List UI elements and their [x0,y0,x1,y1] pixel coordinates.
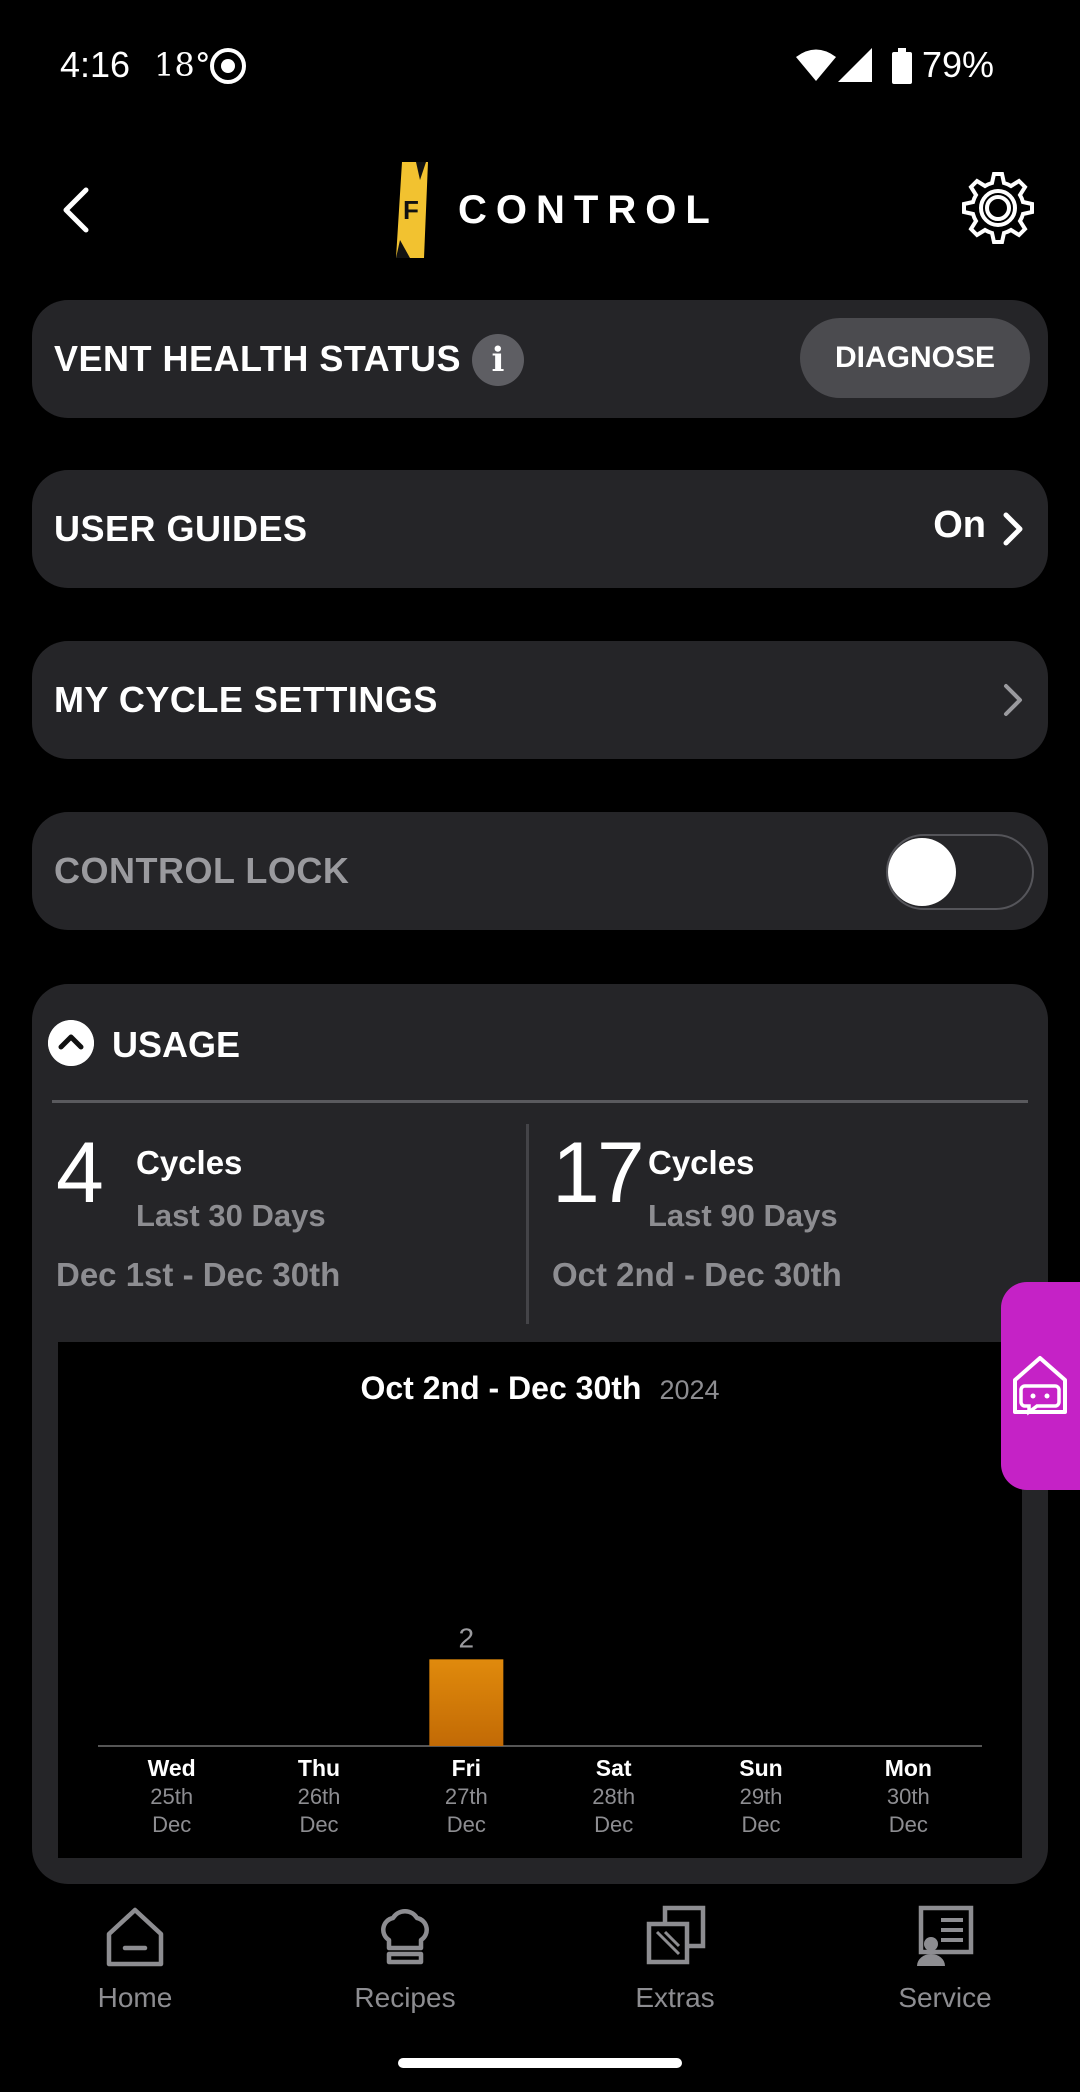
tick-label-month: Dec [741,1812,780,1837]
stat-90-days: 17 Cycles Last 90 Days Oct 2nd - Dec 30t… [552,1124,1032,1324]
bottom-nav: Home Recipes Extras Service [0,1890,1080,2092]
chef-hat-icon [381,1908,429,1965]
page-title: CONTROL [458,188,719,232]
tick-label-day: Wed [148,1755,196,1781]
nav-extras[interactable]: Extras [540,1890,810,2013]
tick-label-date: 29th [740,1784,783,1809]
nav-home-label: Home [97,1982,173,2013]
tick-label-date: 27th [445,1784,488,1809]
usage-title: USAGE [112,1024,241,1065]
diagnose-button[interactable]: DIAGNOSE [800,318,1030,398]
cycle-settings-label: MY CYCLE SETTINGS [54,679,438,720]
brand-logo: F [396,162,428,258]
extras-icon [646,1905,706,1965]
bar-fri [429,1659,504,1746]
tick-label-month: Dec [152,1812,191,1837]
stat-divider [526,1124,529,1324]
tick-label-date: 28th [592,1784,635,1809]
gear-icon[interactable] [960,170,1036,246]
chevron-up-icon[interactable] [48,1020,94,1066]
status-temperature: 18° [154,46,211,84]
app-header: F CONTROL [0,150,1080,270]
tick-label-month: Dec [889,1812,928,1837]
chevron-right-icon [1004,684,1022,716]
toggle-knob [888,838,956,906]
stat-30-days: 4 Cycles Last 30 Days Dec 1st - Dec 30th [56,1124,516,1324]
chevron-right-icon [1003,512,1023,546]
tick-label-month: Dec [594,1812,633,1837]
user-guides-label: USER GUIDES [54,508,308,549]
usage-chart: Oct 2nd - Dec 30th 2024 Wed 25th Dec Thu 26th… [58,1342,1022,1858]
user-guides-value: On [933,504,986,546]
usage-panel: USAGE 4 Cycles Last 30 Days Dec 1st - De… [32,984,1048,1884]
stat-range: Last 90 Days [648,1198,838,1233]
tick-label-date: 25th [150,1784,193,1809]
chat-home-icon [1013,1356,1067,1416]
tick-label-day: Fri [452,1755,481,1781]
status-time: 4:16 [60,44,131,85]
user-guides-row[interactable]: USER GUIDES On [32,470,1048,588]
wifi-icon [796,49,836,81]
vent-health-card: VENT HEALTH STATUS i DIAGNOSE [32,300,1048,418]
status-bar: 4:16 18° 79% [0,0,1080,130]
nav-home[interactable]: Home [0,1890,270,2013]
tick-label-day: Thu [298,1755,340,1781]
battery-percentage: 79% [922,44,995,85]
tick-label-month: Dec [299,1812,338,1837]
data-label: 2 [459,1622,475,1653]
tick-label-day: Sun [739,1755,782,1781]
stat-unit: Cycles [136,1144,243,1181]
nav-service[interactable]: Service [810,1890,1080,2013]
screen-record-icon [210,48,246,84]
logo-letter: F [403,195,419,225]
chat-assistant-button[interactable] [1001,1282,1080,1490]
home-indicator[interactable] [398,2058,682,2068]
battery-icon [892,48,912,84]
stat-unit: Cycles [648,1144,755,1181]
control-lock-toggle[interactable] [886,834,1034,910]
control-lock-label: CONTROL LOCK [54,850,350,891]
home-icon [106,1907,164,1967]
control-lock-row: CONTROL LOCK [32,812,1048,930]
vent-health-label: VENT HEALTH STATUS [54,338,461,379]
nav-recipes-label: Recipes [354,1982,456,2013]
tick-label-month: Dec [447,1812,486,1837]
nav-recipes[interactable]: Recipes [270,1890,540,2013]
tick-label-day: Sat [596,1755,632,1781]
stat-count: 4 [56,1125,104,1221]
info-icon[interactable]: i [472,334,524,386]
tick-label-date: 26th [298,1784,341,1809]
back-arrow-icon[interactable] [52,180,102,240]
tick-label-day: Mon [885,1755,932,1781]
tick-label-date: 30th [887,1784,930,1809]
stat-dates: Dec 1st - Dec 30th [56,1256,341,1293]
bar-chart: Wed 25th Dec Thu 26th Dec 2 Fri 27th Dec Sat 28th De… [98,1622,982,1837]
stat-count: 17 [552,1125,645,1221]
signal-icon [838,48,872,82]
nav-extras-label: Extras [635,1982,715,2013]
cycle-settings-row[interactable]: MY CYCLE SETTINGS [32,641,1048,759]
usage-divider [52,1100,1028,1103]
nav-service-label: Service [898,1982,992,2013]
stat-dates: Oct 2nd - Dec 30th [552,1256,842,1293]
stat-range: Last 30 Days [136,1198,326,1233]
service-icon [917,1905,974,1966]
